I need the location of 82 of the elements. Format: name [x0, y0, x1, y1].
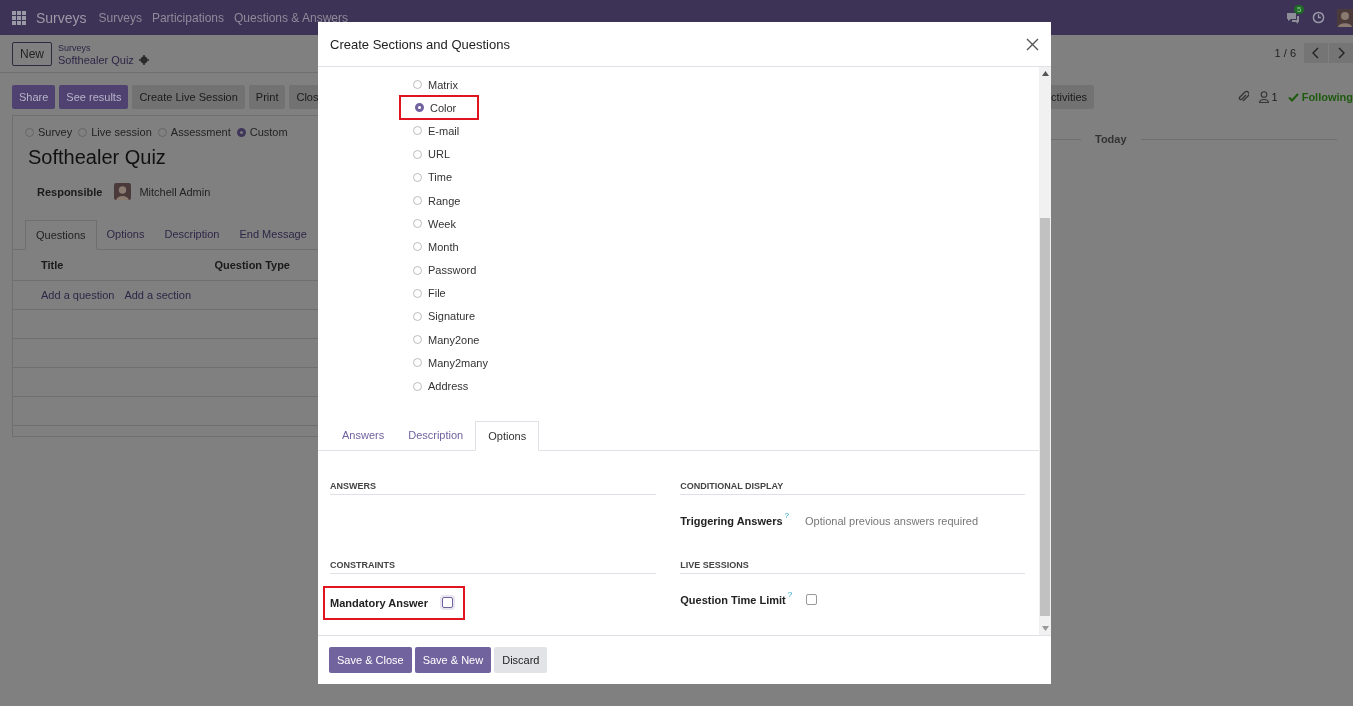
- dialog-button[interactable]: Save & Close: [329, 647, 412, 673]
- radio-option[interactable]: Address: [398, 374, 473, 398]
- radio-option[interactable]: File: [398, 281, 450, 305]
- dialog-tab[interactable]: Options: [475, 420, 540, 451]
- radio-option[interactable]: Week: [398, 212, 460, 236]
- breadcrumb-link[interactable]: Surveys: [58, 41, 149, 54]
- radio-option[interactable]: Password: [398, 258, 481, 282]
- section-heading: CONDITIONAL DISPLAY: [680, 480, 1025, 495]
- message-count-badge: 5: [1294, 4, 1305, 14]
- dialog-tab[interactable]: Answers: [330, 420, 397, 450]
- radio-option[interactable]: E-mail: [398, 119, 464, 143]
- radio-option[interactable]: URL: [398, 142, 454, 166]
- menu-item[interactable]: Questions & Answers: [234, 10, 349, 25]
- chevron-right-icon: [1337, 46, 1345, 59]
- gear-icon[interactable]: [138, 54, 149, 65]
- field-label: Responsible: [37, 185, 103, 198]
- scroll-up-icon[interactable]: [1041, 71, 1049, 76]
- field-label: Question Time Limit: [680, 593, 786, 606]
- section-heading: ANSWERS: [330, 480, 657, 495]
- avatar[interactable]: [1337, 8, 1353, 27]
- radio-label[interactable]: Live session: [91, 126, 152, 138]
- dialog-tab[interactable]: Description: [396, 420, 476, 450]
- section-heading: CONSTRAINTS: [330, 559, 657, 574]
- action-button[interactable]: Print: [248, 85, 286, 109]
- dialog-button[interactable]: Discard: [494, 647, 548, 673]
- action-button[interactable]: Share: [12, 85, 56, 109]
- column-header: Question Type: [214, 259, 290, 271]
- avatar: [114, 183, 132, 200]
- checkbox[interactable]: [442, 597, 453, 609]
- check-icon: [1287, 92, 1299, 102]
- radio-button[interactable]: [236, 127, 246, 137]
- checkbox[interactable]: [806, 594, 818, 606]
- pager-value: 1 / 6: [1274, 46, 1296, 59]
- menu-item[interactable]: Participations: [151, 10, 224, 25]
- add-link[interactable]: Add a section: [124, 289, 192, 301]
- radio-option[interactable]: Many2one: [398, 328, 484, 352]
- radio-option[interactable]: Matrix: [398, 73, 462, 97]
- paperclip-icon[interactable]: [1236, 90, 1249, 104]
- chevron-left-icon: [1312, 46, 1320, 59]
- column-header: Title: [41, 259, 65, 271]
- responsible-value[interactable]: Mitchell Admin: [139, 185, 211, 198]
- chat-icon[interactable]: [1286, 11, 1300, 24]
- field-label: Mandatory Answer: [330, 596, 428, 609]
- person-icon: [1258, 91, 1269, 103]
- form-tab[interactable]: Options: [96, 220, 155, 249]
- action-button[interactable]: Create Live Session: [132, 85, 245, 109]
- field-label: Triggering Answers: [680, 514, 783, 527]
- record-name: Softhealer Quiz: [58, 53, 134, 66]
- form-tab[interactable]: Description: [154, 220, 230, 249]
- dialog-button[interactable]: Save & New: [414, 647, 492, 673]
- clock-icon[interactable]: [1312, 11, 1325, 24]
- next-button[interactable]: [1329, 42, 1353, 63]
- form-tab[interactable]: Questions: [25, 220, 97, 250]
- radio-option[interactable]: Many2many: [398, 351, 492, 375]
- radio-label[interactable]: Survey: [38, 126, 73, 138]
- form-tab[interactable]: End Message: [229, 220, 317, 249]
- date-separator: Today: [1095, 133, 1127, 145]
- radio-option[interactable]: Signature: [398, 304, 480, 329]
- follower-count[interactable]: 1: [1271, 91, 1278, 103]
- action-button[interactable]: See results: [59, 85, 129, 109]
- radio-label[interactable]: Custom: [249, 126, 288, 138]
- apps-grid-icon[interactable]: [12, 10, 26, 25]
- dialog-title: Create Sections and Questions: [330, 36, 510, 52]
- activities-button[interactable]: ctivities: [1051, 85, 1095, 109]
- help-tooltip[interactable]: ?: [784, 510, 789, 520]
- scroll-down-icon[interactable]: [1041, 626, 1049, 631]
- scrollbar-thumb[interactable]: [1040, 218, 1050, 616]
- radio-option[interactable]: Color: [400, 96, 478, 120]
- close-icon[interactable]: [1026, 37, 1039, 51]
- action-button[interactable]: Clos: [289, 85, 318, 109]
- previous-button[interactable]: [1304, 42, 1328, 63]
- app-name[interactable]: Surveys: [36, 9, 87, 26]
- section-heading: LIVE SESSIONS: [680, 559, 1025, 574]
- new-button[interactable]: New: [12, 41, 52, 66]
- radio-option[interactable]: Range: [398, 188, 465, 213]
- radio-option[interactable]: Time: [398, 165, 457, 189]
- menu-item[interactable]: Surveys: [98, 10, 142, 25]
- add-link[interactable]: Add a question: [41, 289, 115, 301]
- radio-label[interactable]: Assessment: [170, 126, 231, 138]
- survey-title: Softhealer Quiz: [27, 145, 167, 169]
- radio-option[interactable]: Month: [398, 235, 463, 259]
- help-tooltip[interactable]: ?: [787, 589, 793, 599]
